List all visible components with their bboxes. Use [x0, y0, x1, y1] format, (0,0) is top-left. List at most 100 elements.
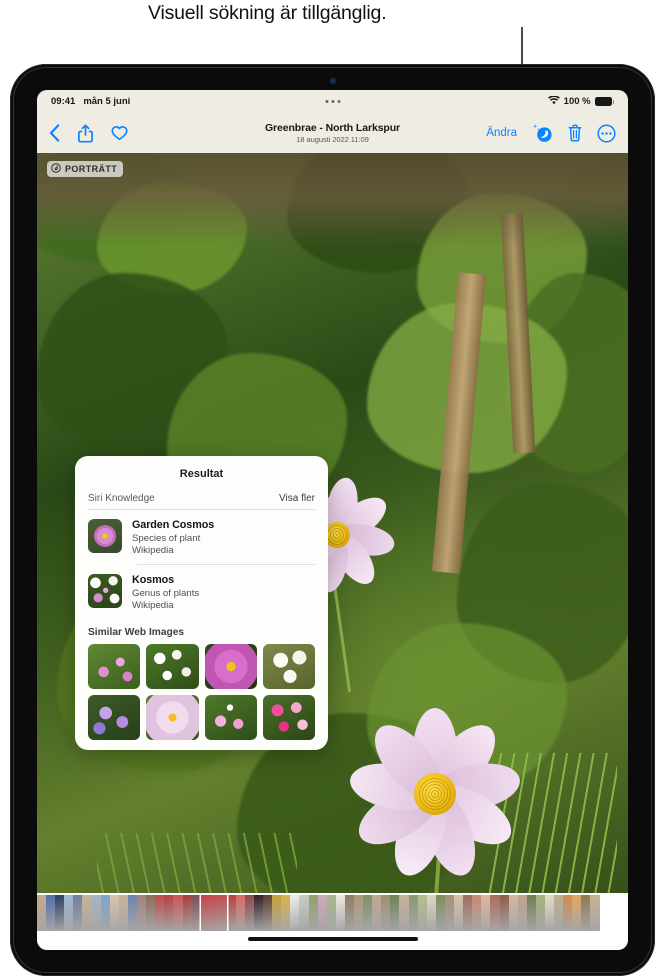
filmstrip-thumbnail[interactable] [463, 895, 473, 931]
battery-full-icon [594, 97, 614, 106]
filmstrip-thumbnail[interactable] [272, 895, 282, 931]
filmstrip-thumbnail[interactable] [426, 895, 436, 931]
result-item[interactable]: Kosmos Genus of plants Wikipedia [75, 565, 328, 619]
similar-image-thumbnail[interactable] [204, 644, 257, 689]
filmstrip-thumbnails[interactable] [37, 895, 628, 931]
status-bar-right: 100 % [547, 94, 614, 108]
filmstrip-thumbnail[interactable] [46, 895, 56, 931]
filmstrip-thumbnail[interactable] [263, 895, 273, 931]
callout-text: Visuell sökning är tillgänglig. [148, 2, 387, 24]
filmstrip-thumbnail[interactable] [554, 895, 564, 931]
toolbar-right-group: Ändra [486, 123, 616, 143]
filmstrip-thumbnail[interactable] [82, 895, 92, 931]
toolbar-title-block: Greenbrae - North Larkspur 18 augusti 20… [265, 122, 400, 144]
filmstrip-thumbnail[interactable] [590, 895, 600, 931]
filmstrip-thumbnail[interactable] [563, 895, 573, 931]
chevron-left-icon[interactable] [49, 124, 60, 142]
filmstrip-thumbnail-selected[interactable] [200, 895, 227, 931]
filmstrip-thumbnail[interactable] [308, 895, 318, 931]
similar-image-thumbnail[interactable] [204, 694, 257, 740]
filmstrip-thumbnail[interactable] [544, 895, 555, 931]
filmstrip-thumbnail[interactable] [127, 895, 138, 931]
filmstrip-thumbnail[interactable] [55, 895, 65, 931]
filmstrip-thumbnail[interactable] [508, 895, 518, 931]
filmstrip-thumbnail[interactable] [182, 895, 192, 931]
filmstrip-thumbnail[interactable] [155, 895, 165, 931]
home-indicator[interactable] [247, 937, 418, 941]
result-item[interactable]: Garden Cosmos Species of plant Wikipedia [75, 510, 328, 564]
filmstrip-thumbnail[interactable] [490, 895, 500, 931]
similar-web-images-grid [75, 644, 328, 744]
filmstrip-thumbnail[interactable] [572, 895, 582, 931]
filmstrip-thumbnail[interactable] [581, 895, 591, 931]
filmstrip-thumbnail[interactable] [326, 895, 336, 931]
battery-percent: 100 % [563, 96, 591, 107]
filmstrip-thumbnail[interactable] [363, 895, 373, 931]
filmstrip-thumbnail[interactable] [164, 895, 174, 931]
filmstrip-thumbnail[interactable] [191, 895, 201, 931]
filmstrip-thumbnail[interactable] [109, 895, 119, 931]
ipad-screen: 09:41 mån 5 juni 100 % Greenbrae - North… [37, 90, 628, 950]
ellipsis-circle-icon[interactable] [597, 123, 616, 143]
filmstrip-thumbnail[interactable] [354, 895, 364, 931]
similar-image-thumbnail[interactable] [146, 694, 199, 740]
filmstrip-thumbnail[interactable] [454, 895, 464, 931]
filmstrip-thumbnail[interactable] [417, 895, 427, 931]
filmstrip-thumbnail[interactable] [344, 895, 354, 931]
filmstrip-thumbnail[interactable] [146, 895, 156, 931]
portrait-badge-label: PORTRÄTT [65, 164, 118, 174]
filmstrip-thumbnail[interactable] [381, 895, 391, 931]
similar-web-images-header: Similar Web Images [88, 627, 185, 638]
filmstrip-thumbnail[interactable] [100, 895, 110, 931]
filmstrip-thumbnail[interactable] [137, 895, 147, 931]
heart-icon[interactable] [111, 125, 128, 141]
filmstrip-thumbnail[interactable] [444, 895, 455, 931]
portrait-badge: PORTRÄTT [47, 161, 124, 177]
show-more-link[interactable]: Visa fler [279, 493, 315, 504]
filmstrip-thumbnail[interactable] [335, 895, 345, 931]
share-icon[interactable] [78, 123, 93, 143]
filmstrip-thumbnail[interactable] [299, 895, 309, 931]
similar-image-thumbnail[interactable] [146, 644, 199, 689]
filmstrip-thumbnail[interactable] [317, 895, 327, 931]
filmstrip-thumbnail[interactable] [290, 895, 300, 931]
filmstrip-thumbnail[interactable] [281, 895, 291, 931]
photo-viewer[interactable]: PORTRÄTT Resultat Siri Knowledge Visa fl… [37, 153, 628, 893]
result-source: Wikipedia [132, 545, 174, 556]
filmstrip-thumbnail[interactable] [517, 895, 527, 931]
result-title: Kosmos [132, 574, 174, 586]
similar-image-thumbnail[interactable] [88, 694, 141, 740]
filmstrip-thumbnail[interactable] [408, 895, 418, 931]
similar-image-thumbnail[interactable] [262, 694, 315, 740]
trash-icon[interactable] [568, 124, 582, 142]
filmstrip-thumbnail[interactable] [173, 895, 183, 931]
filmstrip-thumbnail[interactable] [91, 895, 101, 931]
filmstrip-thumbnail[interactable] [526, 895, 536, 931]
result-text: Garden Cosmos Species of plant Wikipedia [132, 519, 214, 556]
filmstrip-thumbnail[interactable] [481, 895, 491, 931]
filmstrip-thumbnail[interactable] [37, 895, 47, 931]
soil-area [37, 153, 628, 248]
photo-toolbar: Greenbrae - North Larkspur 18 augusti 20… [37, 113, 628, 153]
similar-image-thumbnail[interactable] [88, 644, 141, 689]
filmstrip-thumbnail[interactable] [73, 895, 83, 931]
filmstrip-thumbnail[interactable] [64, 895, 74, 931]
filmstrip-thumbnail[interactable] [435, 895, 445, 931]
filmstrip-thumbnail[interactable] [535, 895, 545, 931]
filmstrip-thumbnail[interactable] [372, 895, 382, 931]
filmstrip-thumbnail[interactable] [390, 895, 400, 931]
edit-button[interactable]: Ändra [486, 127, 517, 139]
filmstrip-thumbnail[interactable] [118, 895, 128, 931]
filmstrip-thumbnail[interactable] [472, 895, 482, 931]
filmstrip-thumbnail[interactable] [399, 895, 409, 931]
filmstrip-thumbnail[interactable] [253, 895, 264, 931]
filmstrip-thumbnail[interactable] [226, 895, 236, 931]
filmstrip-thumbnail[interactable] [499, 895, 509, 931]
similar-image-thumbnail[interactable] [262, 644, 315, 689]
visual-lookup-icon[interactable] [532, 123, 553, 143]
status-bar-left: 09:41 mån 5 juni [51, 96, 130, 107]
filmstrip-thumbnail[interactable] [235, 895, 245, 931]
flower-center [414, 773, 456, 815]
filmstrip-thumbnail[interactable] [244, 895, 254, 931]
status-date: mån 5 juni [83, 96, 131, 107]
